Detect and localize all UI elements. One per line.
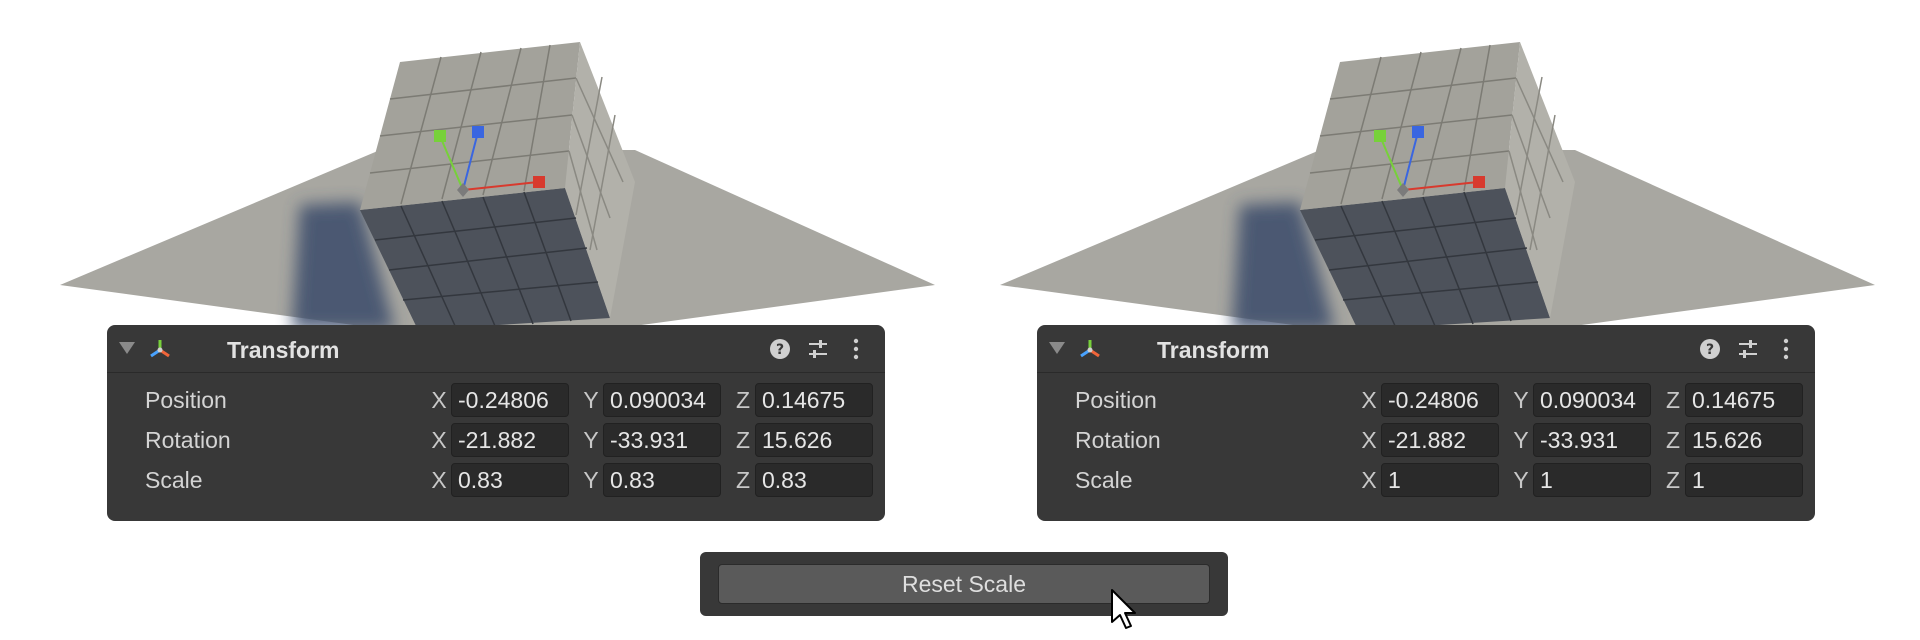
help-icon[interactable]: ? (1697, 336, 1723, 362)
position-x-field[interactable]: -0.24806 (451, 383, 569, 417)
scale-row: Scale X 1 Y 1 Z 1 (1037, 463, 1815, 499)
rotation-row: Rotation X -21.882 Y -33.931 Z 15.626 (107, 423, 885, 459)
transform-panel-right: Transform ? Position X -0.24806 Y 0.0900… (1037, 325, 1815, 521)
rotation-y-field[interactable]: -33.931 (1533, 423, 1651, 457)
svg-text:?: ? (776, 342, 784, 358)
svg-text:?: ? (1706, 342, 1714, 358)
x-axis-label[interactable]: X (1359, 427, 1379, 454)
component-title: Transform (227, 337, 340, 363)
presets-icon[interactable] (1735, 336, 1761, 362)
viewport: Transform ? Position X -0.24806 Y 0.0900… (0, 0, 1920, 640)
scene-render-left (60, 42, 935, 330)
y-axis-label[interactable]: Y (581, 387, 601, 414)
scale-y-field[interactable]: 0.83 (603, 463, 721, 497)
mouse-pointer-icon (1111, 589, 1136, 629)
z-axis-label[interactable]: Z (733, 427, 753, 454)
gizmo-x-handle[interactable] (1473, 176, 1485, 188)
triangle-down-icon[interactable] (1049, 342, 1065, 354)
triangle-down-icon[interactable] (119, 342, 135, 354)
position-row: Position X -0.24806 Y 0.090034 Z 0.14675 (107, 383, 885, 419)
help-icon[interactable]: ? (767, 336, 793, 362)
position-label: Position (145, 387, 227, 413)
rotation-y-field[interactable]: -33.931 (603, 423, 721, 457)
presets-icon[interactable] (805, 336, 831, 362)
z-axis-label[interactable]: Z (733, 387, 753, 414)
component-header[interactable]: Transform ? (107, 325, 885, 373)
y-axis-label[interactable]: Y (581, 427, 601, 454)
transform-panel-left: Transform ? Position X -0.24806 Y 0.0900… (107, 325, 885, 521)
rotation-z-field[interactable]: 15.626 (755, 423, 873, 457)
reset-scale-container: Reset Scale (700, 552, 1228, 616)
position-label: Position (1075, 387, 1157, 413)
position-y-field[interactable]: 0.090034 (603, 383, 721, 417)
scale-row: Scale X 0.83 Y 0.83 Z 0.83 (107, 463, 885, 499)
x-axis-label[interactable]: X (429, 387, 449, 414)
scale-label: Scale (145, 467, 203, 493)
position-y-field[interactable]: 0.090034 (1533, 383, 1651, 417)
rotation-x-field[interactable]: -21.882 (451, 423, 569, 457)
more-vertical-icon[interactable] (1773, 336, 1799, 362)
more-vertical-icon[interactable] (843, 336, 869, 362)
rotation-label: Rotation (145, 427, 231, 453)
rotation-label: Rotation (1075, 427, 1161, 453)
scale-z-field[interactable]: 0.83 (755, 463, 873, 497)
scene-render-right (1000, 42, 1875, 330)
gizmo-y-handle[interactable] (434, 130, 446, 142)
x-axis-label[interactable]: X (429, 427, 449, 454)
scale-y-field[interactable]: 1 (1533, 463, 1651, 497)
transform-icon (1080, 340, 1100, 358)
gizmo-z-handle[interactable] (472, 126, 484, 138)
z-axis-label[interactable]: Z (1663, 387, 1683, 414)
gizmo-y-handle[interactable] (1374, 130, 1386, 142)
position-row: Position X -0.24806 Y 0.090034 Z 0.14675 (1037, 383, 1815, 419)
position-z-field[interactable]: 0.14675 (1685, 383, 1803, 417)
z-axis-label[interactable]: Z (1663, 427, 1683, 454)
scene-view-left (60, 30, 940, 330)
x-axis-label[interactable]: X (1359, 387, 1379, 414)
y-axis-label[interactable]: Y (1511, 427, 1531, 454)
y-axis-label[interactable]: Y (1511, 387, 1531, 414)
position-x-field[interactable]: -0.24806 (1381, 383, 1499, 417)
y-axis-label[interactable]: Y (581, 467, 601, 494)
rotation-row: Rotation X -21.882 Y -33.931 Z 15.626 (1037, 423, 1815, 459)
component-title: Transform (1157, 337, 1270, 363)
scale-z-field[interactable]: 1 (1685, 463, 1803, 497)
x-axis-label[interactable]: X (1359, 467, 1379, 494)
y-axis-label[interactable]: Y (1511, 467, 1531, 494)
z-axis-label[interactable]: Z (733, 467, 753, 494)
x-axis-label[interactable]: X (429, 467, 449, 494)
scale-x-field[interactable]: 0.83 (451, 463, 569, 497)
scale-x-field[interactable]: 1 (1381, 463, 1499, 497)
rotation-z-field[interactable]: 15.626 (1685, 423, 1803, 457)
transform-icon (150, 340, 170, 358)
rotation-x-field[interactable]: -21.882 (1381, 423, 1499, 457)
scale-label: Scale (1075, 467, 1133, 493)
gizmo-z-handle[interactable] (1412, 126, 1424, 138)
scene-view-right (1000, 30, 1880, 330)
position-z-field[interactable]: 0.14675 (755, 383, 873, 417)
z-axis-label[interactable]: Z (1663, 467, 1683, 494)
gizmo-x-handle[interactable] (533, 176, 545, 188)
component-header[interactable]: Transform ? (1037, 325, 1815, 373)
